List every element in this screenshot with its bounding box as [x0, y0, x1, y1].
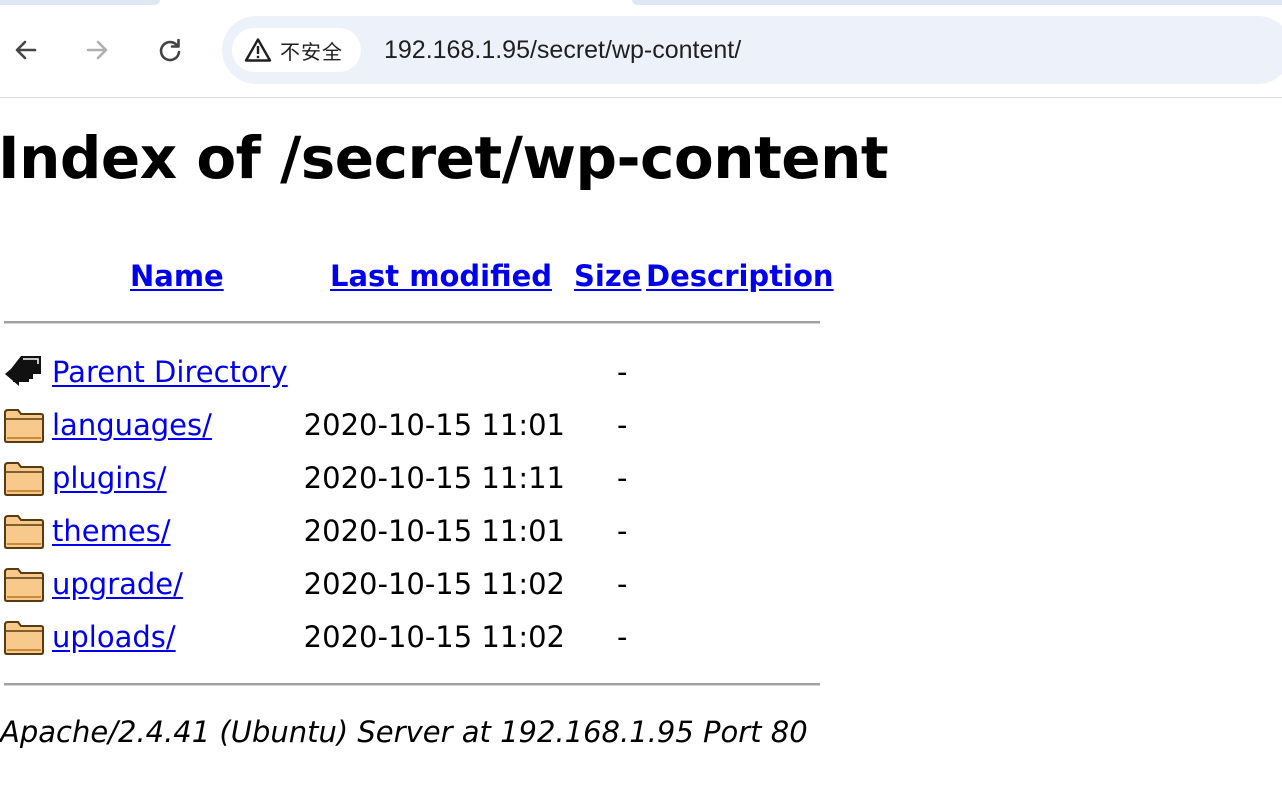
column-header-size[interactable]: Size — [574, 248, 641, 304]
page-title: Index of /secret/wp-content — [0, 124, 889, 192]
entry-size: - — [617, 461, 628, 495]
entry-size: - — [617, 567, 628, 601]
folder-icon — [4, 568, 44, 602]
page-content: Index of /secret/wp-content Name Last mo… — [0, 98, 1282, 806]
back-arrow-icon — [15, 40, 37, 60]
folder-icon — [4, 621, 44, 655]
entry-link[interactable]: languages/ — [52, 399, 212, 452]
url-text[interactable]: 192.168.1.95/secret/wp-content/ — [384, 35, 741, 65]
entry-link[interactable]: uploads/ — [52, 611, 176, 664]
table-row: themes/ 2020-10-15 11:01 - — [0, 505, 830, 558]
parent-directory-link[interactable]: Parent Directory — [52, 346, 288, 399]
forward-arrow-icon — [86, 40, 108, 60]
entry-link[interactable]: plugins/ — [52, 452, 167, 505]
back-arrow-icon — [5, 356, 41, 386]
column-header-description[interactable]: Description — [646, 248, 834, 304]
reload-button[interactable] — [152, 32, 188, 68]
parent-size: - — [617, 355, 628, 389]
table-row: plugins/ 2020-10-15 11:11 - — [0, 452, 830, 505]
entry-link[interactable]: themes/ — [52, 505, 171, 558]
entry-last-modified: 2020-10-15 11:02 — [303, 567, 565, 601]
column-header-name[interactable]: Name — [130, 248, 224, 304]
forward-button[interactable] — [79, 32, 115, 68]
security-chip[interactable]: 不安全 — [232, 28, 361, 72]
column-header-last-modified[interactable]: Last modified — [330, 248, 552, 304]
entry-link[interactable]: upgrade/ — [52, 558, 183, 611]
entry-last-modified: 2020-10-15 11:11 — [303, 461, 565, 495]
table-row: uploads/ 2020-10-15 11:02 - — [0, 611, 830, 664]
divider-top — [4, 321, 820, 324]
entry-last-modified: 2020-10-15 11:01 — [303, 408, 565, 442]
entry-last-modified: 2020-10-15 11:02 — [303, 620, 565, 654]
folder-icon — [4, 462, 44, 496]
tab-strip-left — [0, 0, 160, 5]
tab-strip-right — [632, 0, 1282, 5]
table-row: languages/ 2020-10-15 11:01 - — [0, 399, 830, 452]
entry-size: - — [617, 408, 628, 442]
table-row-parent: Parent Directory - — [0, 346, 830, 399]
folder-icon — [4, 515, 44, 549]
reload-icon — [159, 38, 181, 62]
security-label: 不安全 — [280, 39, 343, 64]
back-button[interactable] — [8, 32, 44, 68]
entry-size: - — [617, 514, 628, 548]
entry-size: - — [617, 620, 628, 654]
server-signature: Apache/2.4.41 (Ubuntu) Server at 192.168… — [0, 715, 808, 749]
address-bar[interactable]: 不安全 192.168.1.95/secret/wp-content/ — [222, 16, 1282, 84]
entry-last-modified: 2020-10-15 11:01 — [303, 514, 565, 548]
folder-icon — [4, 409, 44, 443]
browser-toolbar: 不安全 192.168.1.95/secret/wp-content/ — [0, 0, 1282, 98]
warning-icon — [244, 38, 272, 62]
table-row: upgrade/ 2020-10-15 11:02 - — [0, 558, 830, 611]
divider-bottom — [4, 683, 820, 686]
